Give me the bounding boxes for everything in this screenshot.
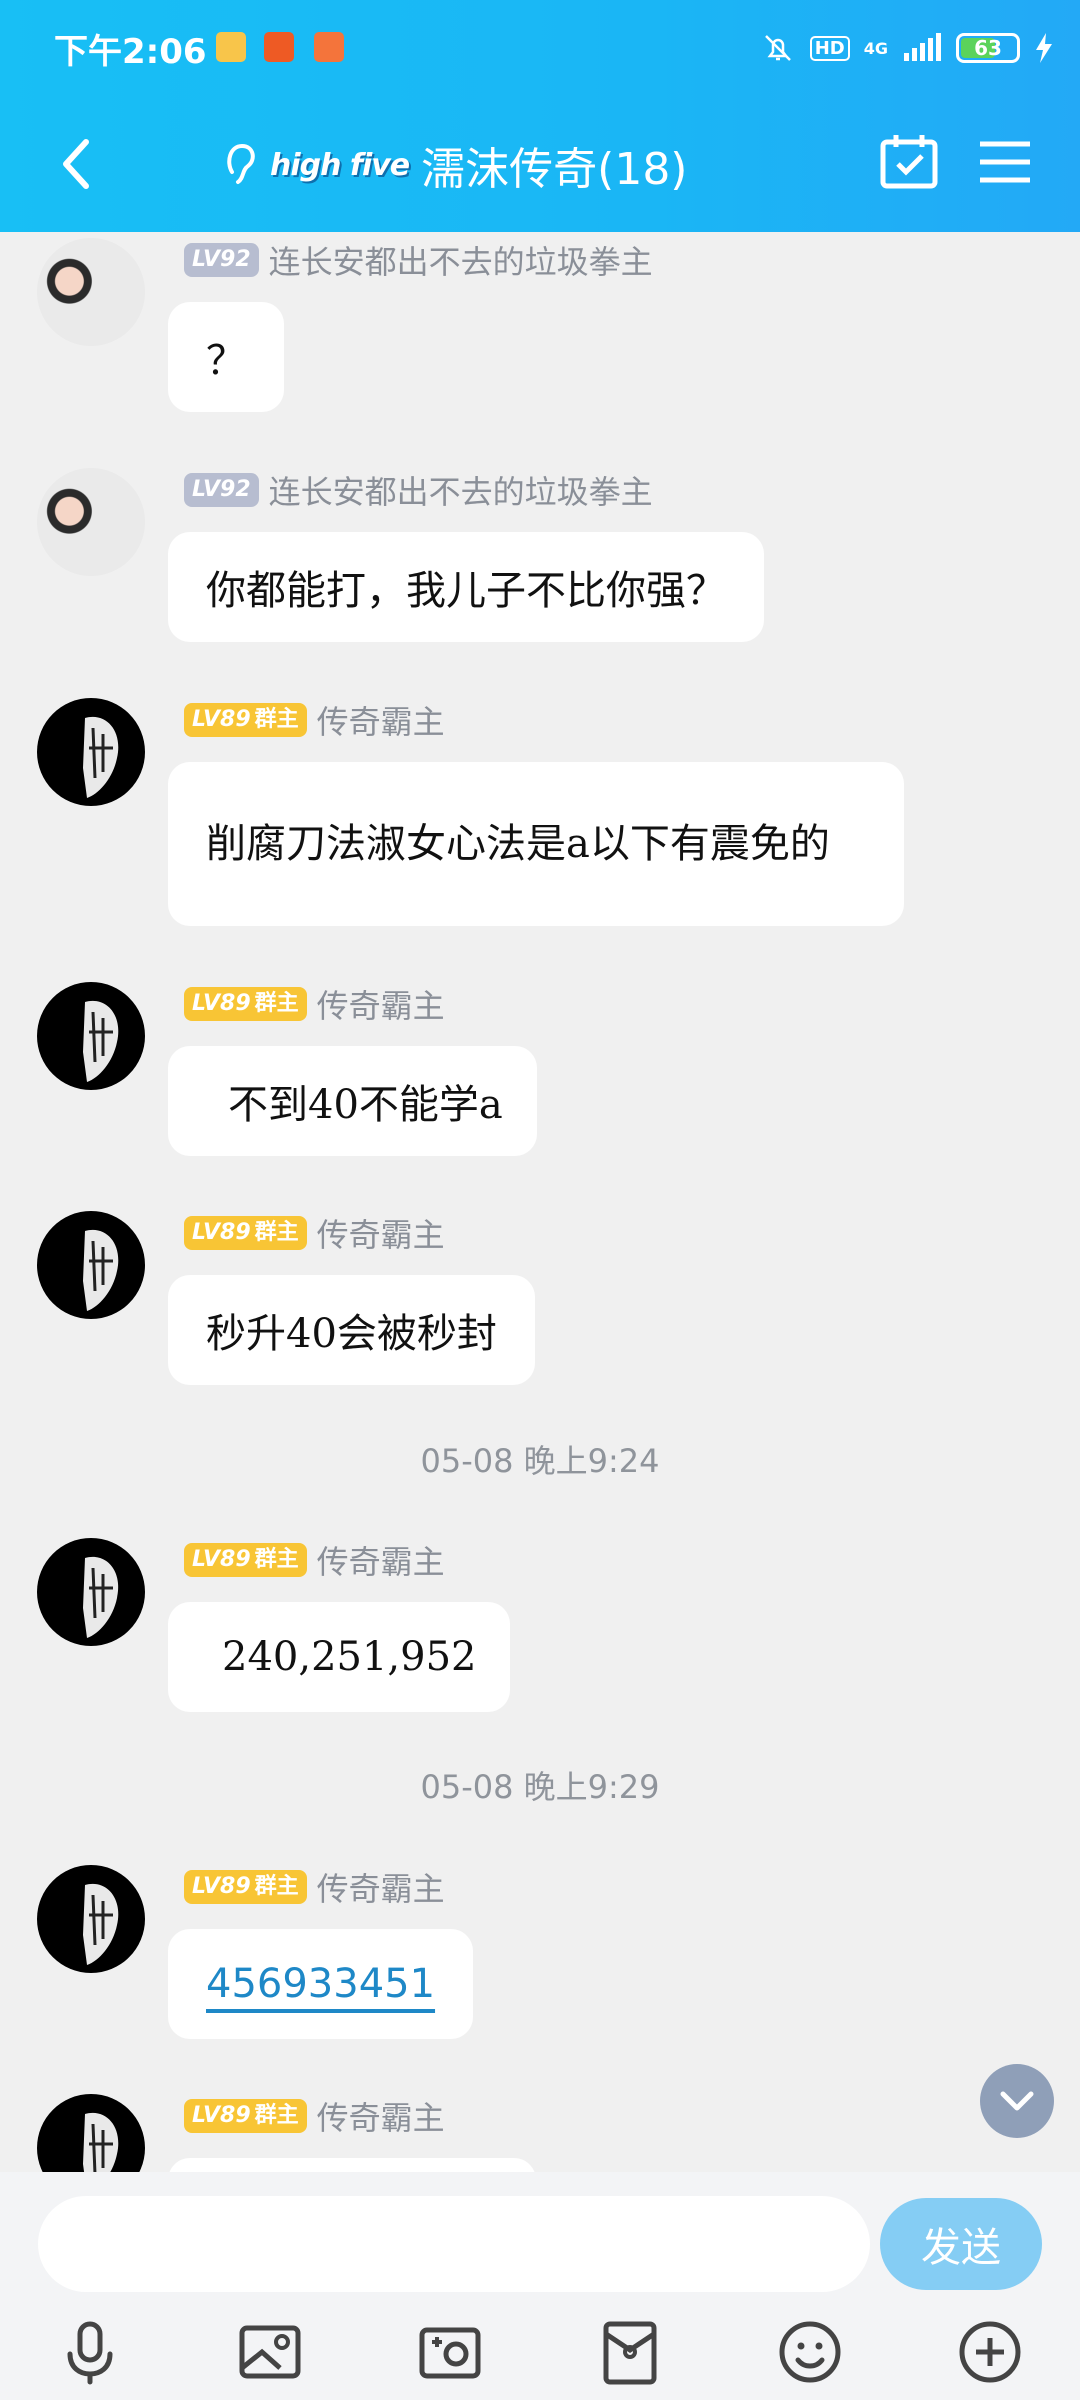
- page-title: 濡沫传奇(18): [421, 144, 688, 195]
- signal-icon: [904, 33, 941, 61]
- avatar[interactable]: [37, 1211, 145, 1319]
- message-text: 240,251,952: [222, 1634, 477, 1680]
- menu-icon[interactable]: [974, 132, 1036, 192]
- message-bubble[interactable]: 240,251,952: [168, 1602, 511, 1712]
- level-badge: LV89 群主: [184, 1216, 307, 1250]
- red-packet-icon[interactable]: [594, 2316, 666, 2388]
- avatar[interactable]: [37, 698, 145, 806]
- avatar[interactable]: [37, 982, 145, 1090]
- message-link[interactable]: 456933451: [206, 1961, 435, 2007]
- timestamp: 05-08 晚上9:24: [420, 1442, 660, 1480]
- sender-name[interactable]: 连长安都出不去的垃圾拳主: [269, 467, 653, 513]
- role-text: 群主: [254, 2103, 299, 2128]
- microphone-icon[interactable]: [54, 2316, 126, 2388]
- input-toolbar: [0, 2308, 1080, 2396]
- message-bubble[interactable]: 不到40不能学a: [168, 1046, 537, 1156]
- role-text: 群主: [254, 1220, 299, 1245]
- sender-name[interactable]: 传奇霸主: [317, 697, 445, 743]
- message-text: 削腐刀法淑女心法是a以下有震免的: [206, 821, 830, 867]
- sender-name[interactable]: 传奇霸主: [317, 1210, 445, 1256]
- level-text: LV89: [192, 1874, 251, 1899]
- sender-name[interactable]: 连长安都出不去的垃圾拳主: [269, 237, 653, 283]
- image-icon[interactable]: [234, 2316, 306, 2388]
- message-text: 你都能打，我儿子不比你强？: [206, 568, 726, 614]
- message-meta: LV89 群主 传奇霸主: [184, 1210, 445, 1256]
- level-text: LV89: [192, 991, 251, 1016]
- avatar[interactable]: [37, 238, 145, 346]
- avatar[interactable]: [37, 1538, 145, 1646]
- level-text: LV89: [192, 2103, 251, 2128]
- message-bubble[interactable]: 你都能打，我儿子不比你强？: [168, 532, 764, 642]
- role-text: 群主: [254, 991, 299, 1016]
- emoji-icon[interactable]: [774, 2316, 846, 2388]
- message-meta: LV89 群主 传奇霸主: [184, 981, 445, 1027]
- message-meta: LV89 群主 传奇霸主: [184, 1537, 445, 1583]
- level-badge: LV92: [184, 243, 259, 277]
- message-meta: LV89 群主 传奇霸主: [184, 697, 445, 743]
- message-bubble[interactable]: ？: [168, 302, 284, 412]
- avatar[interactable]: [37, 1865, 145, 1973]
- plus-icon[interactable]: [954, 2316, 1026, 2388]
- message-text: 秒升40会被秒封: [206, 1311, 497, 1357]
- message-meta: LV92 连长安都出不去的垃圾拳主: [184, 237, 653, 283]
- composer: 发送: [0, 2172, 1080, 2400]
- battery-level: 63: [974, 36, 1002, 60]
- high-five-logo: high five: [270, 147, 410, 183]
- navbar: high five 濡沫传奇(18): [0, 110, 1080, 220]
- sender-name[interactable]: 传奇霸主: [317, 1537, 445, 1583]
- level-badge: LV89 群主: [184, 2099, 307, 2133]
- message-meta: LV89 群主 传奇霸主: [184, 1864, 445, 1910]
- level-badge: LV89 群主: [184, 1543, 307, 1577]
- battery-icon: 63: [956, 33, 1020, 63]
- header: 下午2:06 HD 4G 63 high five 濡沫传奇(18): [0, 0, 1080, 232]
- ear-icon: [227, 143, 255, 184]
- network-label: 4G: [863, 38, 888, 58]
- camera-icon[interactable]: [414, 2316, 486, 2388]
- back-icon[interactable]: [56, 134, 96, 194]
- avatar[interactable]: [37, 2094, 145, 2172]
- timestamp: 05-08 晚上9:29: [420, 1768, 660, 1806]
- role-text: 群主: [254, 707, 299, 732]
- scroll-to-bottom-button[interactable]: [980, 2064, 1054, 2138]
- send-button[interactable]: 发送: [880, 2198, 1042, 2290]
- chat-list[interactable]: LV92 连长安都出不去的垃圾拳主 ？ LV92 连长安都出不去的垃圾拳主 你都…: [0, 232, 1080, 2172]
- message-text: ？: [206, 338, 246, 384]
- avatar[interactable]: [37, 468, 145, 576]
- title-group[interactable]: high five 濡沫传奇(18): [222, 130, 687, 200]
- status-bar: 下午2:06 HD 4G 63: [0, 0, 1080, 96]
- chevron-down-icon: [1000, 2091, 1034, 2111]
- status-right: HD 4G 63: [760, 26, 1054, 70]
- hd-badge: HD: [809, 35, 850, 61]
- message-meta: LV92 连长安都出不去的垃圾拳主: [184, 467, 653, 513]
- mute-bell-icon: [764, 35, 791, 61]
- message-bubble[interactable]: 削腐刀法淑女心法是a以下有震免的: [168, 762, 904, 926]
- role-text: 群主: [254, 1547, 299, 1572]
- notification-icon: [216, 32, 246, 62]
- message-meta: LV89 群主 传奇霸主: [184, 2093, 445, 2139]
- sender-name[interactable]: 传奇霸主: [317, 1864, 445, 1910]
- level-badge: LV89 群主: [184, 703, 307, 737]
- level-text: LV89: [192, 707, 251, 732]
- shopping-icon: [314, 32, 344, 62]
- message-text: 不到40不能学a: [228, 1082, 503, 1128]
- level-text: LV89: [192, 1547, 251, 1572]
- message-bubble[interactable]: 秒升40会被秒封: [168, 1275, 535, 1385]
- status-time: 下午2:06: [54, 32, 207, 72]
- level-badge: LV89 群主: [184, 1870, 307, 1904]
- level-badge: LV89 群主: [184, 987, 307, 1021]
- message-input[interactable]: [38, 2196, 870, 2292]
- level-badge: LV92: [184, 473, 259, 507]
- level-text: LV89: [192, 1220, 251, 1245]
- sender-name[interactable]: 传奇霸主: [317, 981, 445, 1027]
- calendar-check-icon[interactable]: [878, 132, 940, 192]
- taobao-icon: [264, 32, 294, 62]
- message-bubble[interactable]: 456933451: [168, 1929, 474, 2039]
- charging-icon: [1036, 33, 1052, 63]
- sender-name[interactable]: 传奇霸主: [317, 2093, 445, 2139]
- role-text: 群主: [254, 1874, 299, 1899]
- message-bubble[interactable]: [168, 2158, 536, 2172]
